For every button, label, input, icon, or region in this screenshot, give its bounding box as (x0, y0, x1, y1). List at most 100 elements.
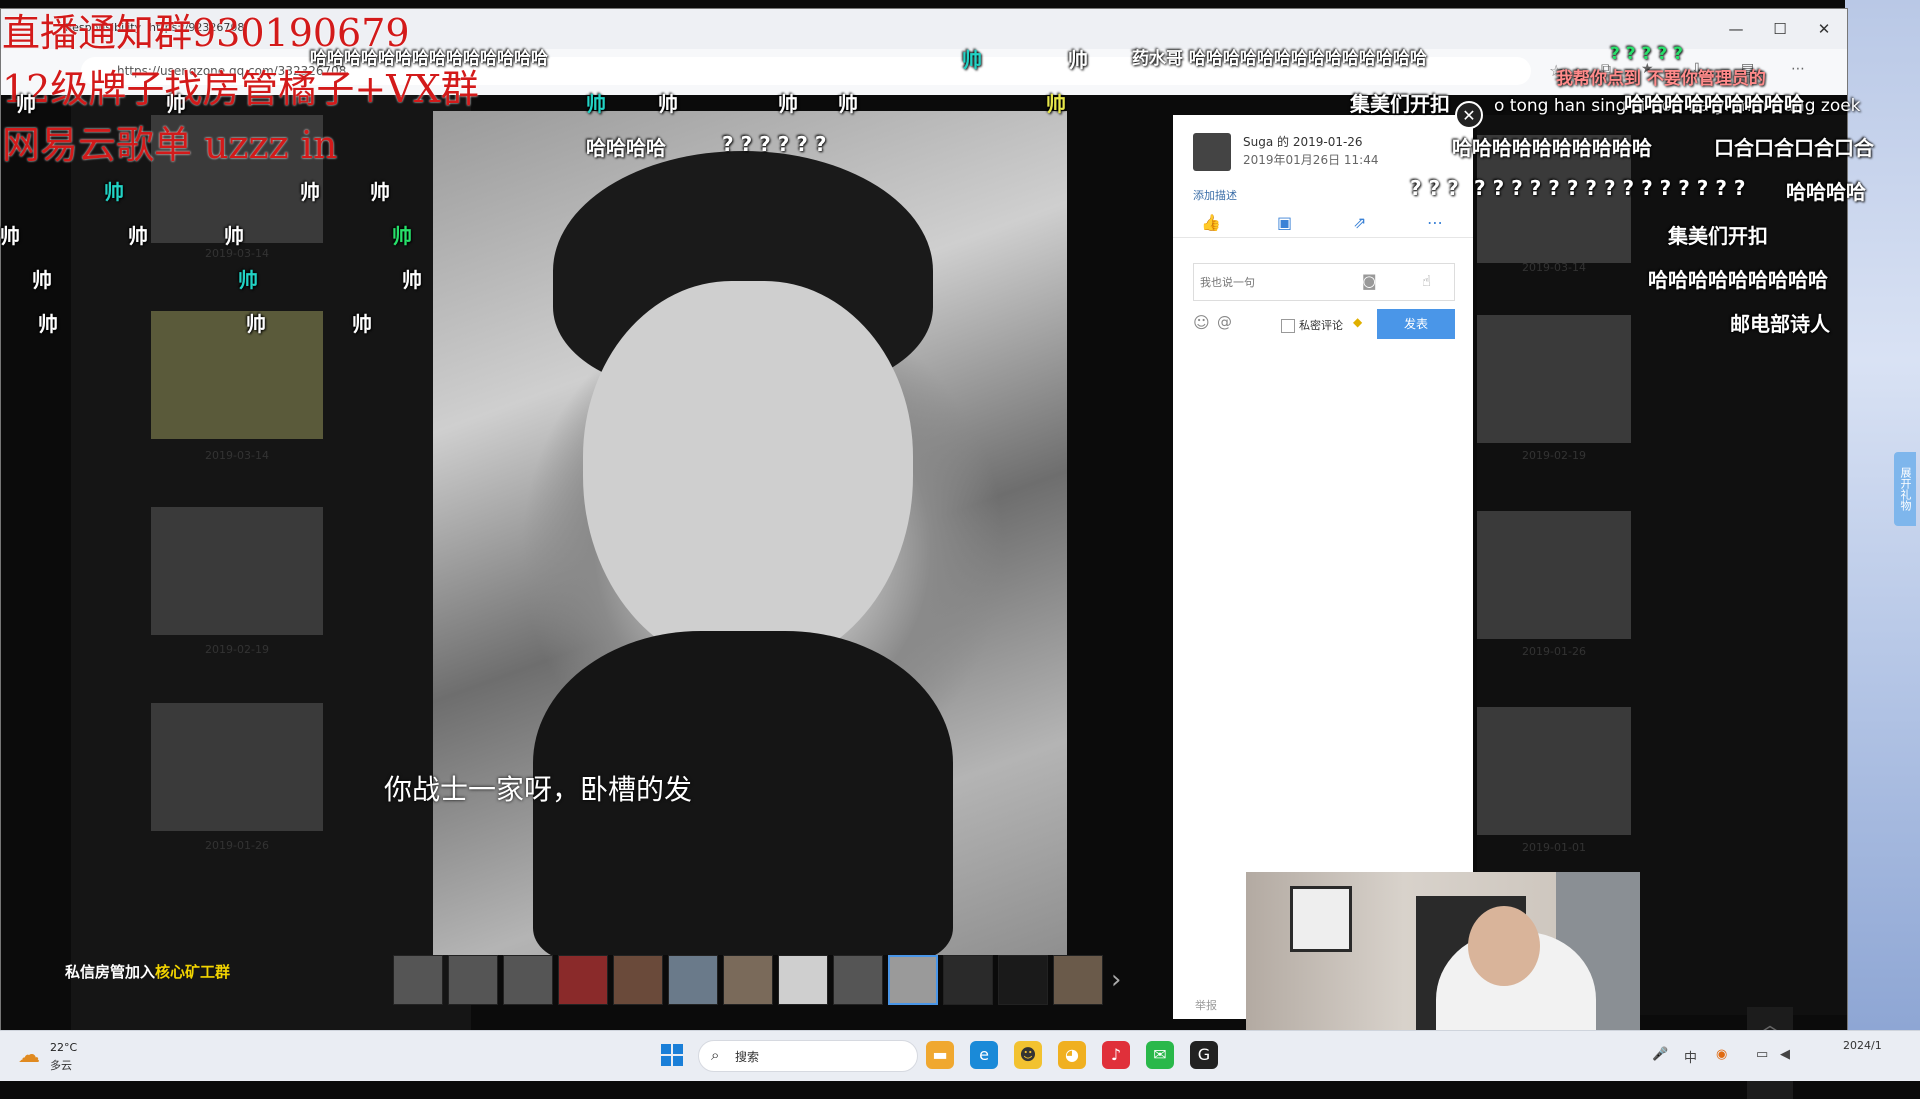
app-icon[interactable]: G (1190, 1041, 1218, 1069)
danmaku: 帅 (0, 224, 20, 248)
album-thumb-date: 2019-02-19 (205, 643, 269, 656)
avatar[interactable] (1193, 133, 1231, 171)
hand-icon[interactable]: ☝ (1422, 272, 1431, 290)
file-explorer-icon[interactable]: ▬ (926, 1041, 954, 1069)
gift-panel-tab[interactable]: 展开礼物 (1894, 452, 1916, 526)
danmaku: 哈哈哈哈哈哈哈哈哈 (1648, 268, 1828, 292)
mention-icon[interactable]: @ (1217, 313, 1232, 331)
film-thumb[interactable] (943, 955, 993, 1005)
emoji-icon[interactable]: ☺ (1193, 313, 1210, 332)
search-icon: ⌕ (711, 1046, 720, 1064)
danmaku: 帅 (16, 92, 36, 116)
danmaku: 帅 (166, 92, 186, 116)
film-thumb[interactable] (1053, 955, 1103, 1005)
like-icon[interactable]: 👍 (1201, 213, 1221, 232)
film-thumb[interactable] (723, 955, 773, 1005)
chevron-right-icon[interactable]: › (1111, 965, 1121, 995)
recruit-banner: 私信房管加入核心矿工群 (65, 961, 230, 982)
weather-condition: 多云 (50, 1059, 72, 1072)
main-photo[interactable] (433, 111, 1067, 955)
app-icon[interactable]: ☻ (1014, 1041, 1042, 1069)
danmaku: ? ? ? ? ? (1610, 44, 1683, 64)
app-tray-icon[interactable]: ◉ (1716, 1047, 1727, 1062)
edge-browser-icon[interactable]: e (970, 1041, 998, 1069)
share-icon[interactable]: ⇗ (1353, 213, 1366, 232)
taskbar: ☁ 22°C 多云 ⌕ 搜索 ▬ e ☻ ◕ ♪ ✉ G 🎤 中 ◉ ▭ ◀ 2… (0, 1030, 1920, 1081)
album-thumb-date: 2019-03-14 (1522, 261, 1586, 274)
volume-icon[interactable]: ◀ (1780, 1047, 1790, 1062)
danmaku: 帅 (128, 224, 148, 248)
report-link[interactable]: 举报 (1195, 997, 1217, 1013)
danmaku: 哈哈哈哈 (1786, 180, 1866, 204)
danmaku: 哈哈哈哈哈哈哈哈哈 (1624, 92, 1804, 116)
minimize-button[interactable]: — (1721, 17, 1751, 41)
danmaku: 帅 (658, 92, 678, 116)
film-thumb-selected[interactable] (888, 955, 938, 1005)
danmaku: 帅 (1046, 92, 1066, 116)
private-comment-checkbox[interactable] (1281, 319, 1295, 333)
film-thumb[interactable] (558, 955, 608, 1005)
album-thumb[interactable] (151, 507, 323, 635)
danmaku: ? ? ? ? ? ? (722, 132, 827, 156)
album-thumb-date: 2019-01-26 (1522, 645, 1586, 658)
danmaku: 帅 (32, 268, 52, 292)
windows-start-icon[interactable] (660, 1043, 684, 1067)
danmaku: 集美们开扣 (1350, 92, 1450, 116)
danmaku: 帅 (392, 224, 412, 248)
more-icon[interactable]: ⋯ (1427, 213, 1443, 232)
danmaku: 哈哈哈哈 (586, 136, 666, 160)
film-thumb[interactable] (503, 955, 553, 1005)
add-description-link[interactable]: 添加描述 (1193, 187, 1237, 203)
danmaku: 帅 (402, 268, 422, 292)
comment-box: ◙ ☝ (1193, 263, 1455, 301)
filmstrip (393, 955, 1133, 1007)
album-thumb[interactable] (1477, 315, 1631, 443)
danmaku: 帅 (352, 312, 372, 336)
post-timestamp: 2019年01月26日 11:44 (1243, 153, 1379, 167)
camera-icon[interactable]: ◙ (1362, 272, 1377, 290)
album-thumb[interactable] (151, 311, 323, 439)
comment-icon[interactable]: ▣ (1277, 213, 1292, 232)
film-thumb[interactable] (998, 955, 1048, 1005)
album-thumb-date: 2019-01-01 (1522, 841, 1586, 854)
network-icon[interactable]: ▭ (1756, 1047, 1768, 1062)
clock[interactable]: 2024/1 (1843, 1039, 1882, 1052)
danmaku: 口合口合口合口合 (1714, 136, 1874, 160)
weather-icon[interactable]: ☁ (18, 1043, 40, 1068)
taskbar-search[interactable]: ⌕ 搜索 (698, 1040, 918, 1072)
danmaku: ? ? ? (1410, 176, 1459, 200)
search-label: 搜索 (735, 1050, 760, 1064)
divider (1173, 237, 1473, 238)
film-thumb[interactable] (613, 955, 663, 1005)
danmaku: 帅 (1068, 48, 1088, 72)
post-author[interactable]: Suga 的 2019-01-26 (1243, 133, 1363, 150)
danmaku: 哈哈哈哈哈哈哈哈哈哈 (1452, 136, 1652, 160)
film-thumb[interactable] (668, 955, 718, 1005)
film-thumb[interactable] (393, 955, 443, 1005)
menu-icon[interactable]: ⋯ (1791, 61, 1805, 77)
ime-indicator[interactable]: 中 (1684, 1047, 1697, 1066)
streamer-head (1468, 906, 1540, 986)
film-thumb[interactable] (778, 955, 828, 1005)
netease-music-icon[interactable]: ♪ (1102, 1041, 1130, 1069)
publish-button[interactable]: 发表 (1377, 309, 1455, 339)
maximize-button[interactable]: ☐ (1765, 17, 1795, 41)
app-icon[interactable]: ◕ (1058, 1041, 1086, 1069)
film-thumb[interactable] (448, 955, 498, 1005)
danmaku: 集美们开扣 (1668, 224, 1768, 248)
close-viewer-button[interactable]: ✕ (1455, 101, 1483, 129)
mic-icon[interactable]: 🎤 (1652, 1047, 1668, 1062)
album-thumb-date: 2019-02-19 (1522, 449, 1586, 462)
danmaku: 哈哈哈哈哈哈哈哈哈哈哈哈哈哈 (310, 49, 548, 69)
film-thumb[interactable] (833, 955, 883, 1005)
close-window-button[interactable]: ✕ (1809, 17, 1839, 41)
recruit-prefix: 私信房管加入 (65, 963, 156, 981)
comment-input[interactable] (1194, 264, 1339, 300)
danmaku: 帅 (246, 312, 266, 336)
album-thumb[interactable] (151, 703, 323, 831)
album-thumb[interactable] (1477, 511, 1631, 639)
wechat-icon[interactable]: ✉ (1146, 1041, 1174, 1069)
danmaku: 帅 (300, 180, 320, 204)
album-thumb-date: 2019-01-26 (205, 839, 269, 852)
album-thumb[interactable] (1477, 707, 1631, 835)
